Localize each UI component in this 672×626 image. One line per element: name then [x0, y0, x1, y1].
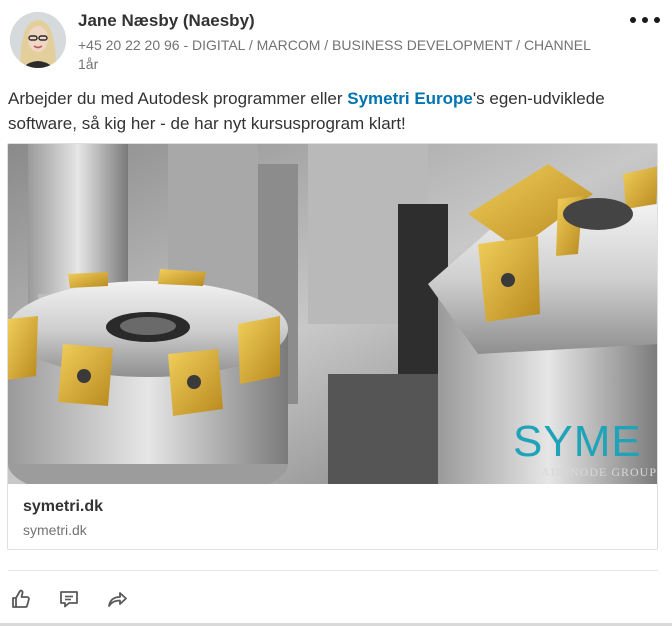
ellipsis-icon-dot — [630, 17, 636, 23]
post-text-part: Arbejder du med Autodesk programmer elle… — [8, 89, 348, 108]
author-headline: +45 20 22 20 96 - DIGITAL / MARCOM / BUS… — [78, 37, 591, 53]
comment-icon — [60, 591, 78, 608]
post-actions-bar — [8, 584, 130, 614]
share-button[interactable] — [104, 586, 130, 612]
more-options-button[interactable] — [630, 12, 660, 28]
share-icon — [108, 592, 127, 607]
feed-post-card: Jane Næsby (Naesby) +45 20 22 20 96 - DI… — [0, 0, 672, 626]
link-domain: symetri.dk — [23, 522, 87, 538]
comment-button[interactable] — [56, 586, 82, 612]
like-button[interactable] — [8, 586, 34, 612]
ellipsis-icon-dot — [642, 17, 648, 23]
company-mention-link[interactable]: Symetri Europe — [347, 89, 473, 108]
actions-divider — [8, 570, 658, 571]
image-logo-main: SYME — [513, 417, 642, 466]
post-text: Arbejder du med Autodesk programmer elle… — [8, 86, 658, 136]
link-preview-image[interactable]: SYME ADDNODE GROUP — [8, 144, 657, 484]
author-name[interactable]: Jane Næsby (Naesby) — [78, 11, 255, 31]
link-title[interactable]: symetri.dk — [23, 498, 103, 516]
shared-link-card[interactable]: SYME ADDNODE GROUP symetri.dk symetri.dk — [7, 143, 658, 550]
ellipsis-icon-dot — [654, 17, 660, 23]
post-timestamp: 1år — [78, 56, 99, 72]
author-avatar[interactable] — [10, 12, 66, 68]
image-logo-sub: ADDNODE GROUP — [541, 465, 657, 479]
thumbs-up-icon — [12, 589, 30, 608]
